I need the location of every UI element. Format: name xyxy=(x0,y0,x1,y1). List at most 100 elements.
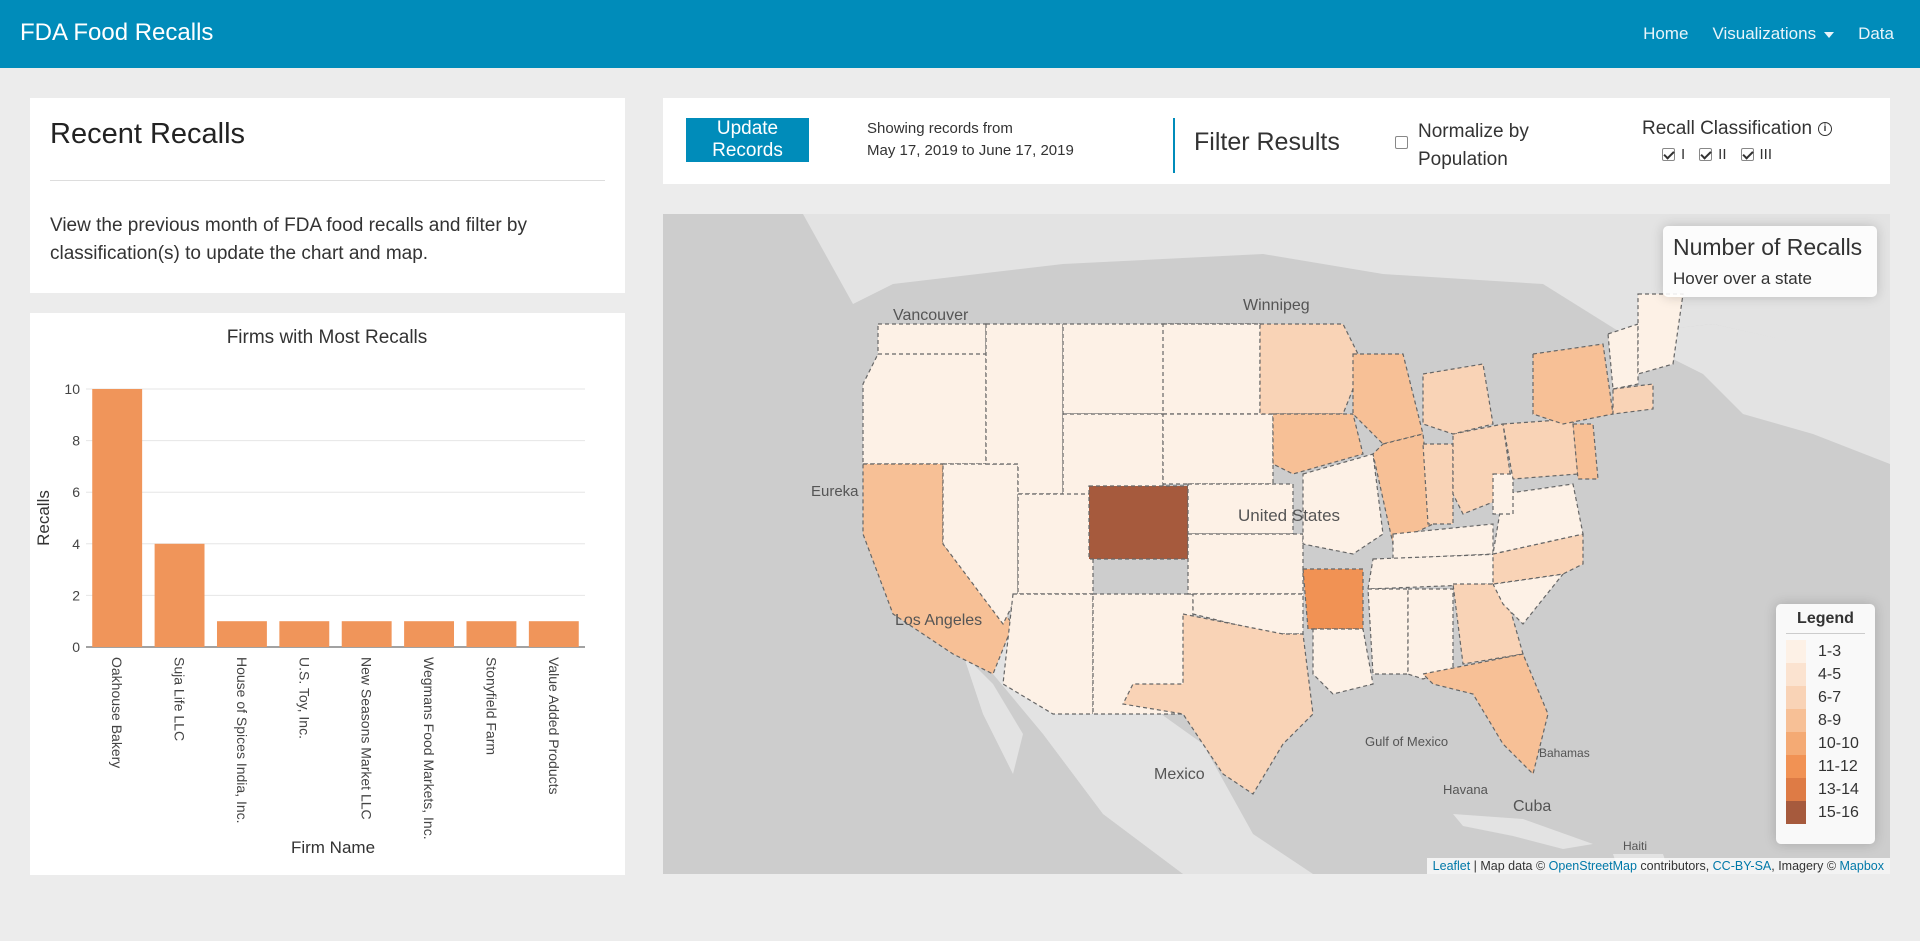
y-tick-label: 2 xyxy=(72,587,80,603)
divider xyxy=(50,180,605,181)
bar xyxy=(92,389,143,647)
legend-label: 6-7 xyxy=(1818,688,1842,706)
class-i-option[interactable]: I xyxy=(1662,146,1685,163)
normalize-toggle[interactable]: Normalize by Population xyxy=(1395,118,1548,174)
legend-swatch xyxy=(1786,732,1806,755)
state-indiana[interactable] xyxy=(1422,443,1454,525)
controls-bar: Update Records Showing records from May … xyxy=(663,98,1890,184)
leaflet-link[interactable]: Leaflet xyxy=(1433,859,1471,873)
legend-rows: 1-3 4-5 6-7 8-9 10-10 11-12 13-14 15-16 xyxy=(1786,640,1865,824)
cc-link[interactable]: CC-BY-SA xyxy=(1713,859,1772,873)
state-minnesota[interactable] xyxy=(1259,323,1364,415)
y-tick-label: 8 xyxy=(72,433,80,449)
class-i-checkbox[interactable] xyxy=(1662,148,1675,161)
map-canvas[interactable]: Vancouver Winnipeg Eureka Los Angeles United… xyxy=(663,214,1890,874)
bar xyxy=(528,621,579,647)
map-place-label: Winnipeg xyxy=(1243,297,1310,314)
state-oregon[interactable] xyxy=(862,353,987,465)
legend-item: 10-10 xyxy=(1786,732,1865,755)
info-title: Number of Recalls xyxy=(1673,234,1863,260)
navbar: FDA Food Recalls Home Visualizations Dat… xyxy=(0,0,1920,68)
state-massachusetts[interactable] xyxy=(1612,383,1654,415)
legend-label: 4-5 xyxy=(1818,665,1842,683)
legend-item: 15-16 xyxy=(1786,801,1865,824)
nav-visualizations-label: Visualizations xyxy=(1712,24,1817,43)
nav-home[interactable]: Home xyxy=(1643,24,1688,44)
class-iii-checkbox[interactable] xyxy=(1740,148,1754,161)
filter-results-title: Filter Results xyxy=(1194,128,1340,156)
attribution-mid: | Map data © xyxy=(1470,859,1549,873)
recent-recalls-panel: Recent Recalls View the previous month o… xyxy=(30,98,625,293)
legend-label: 11-12 xyxy=(1818,757,1858,775)
mapbox-link[interactable]: Mapbox xyxy=(1840,859,1884,873)
recalls-map[interactable]: Vancouver Winnipeg Eureka Los Angeles United… xyxy=(663,214,1890,874)
showing-line-1: Showing records from xyxy=(867,120,1013,137)
class-iii-label: III xyxy=(1759,146,1773,163)
firms-chart-panel: Firms with Most Recalls 0 2 4 6 8 10 Recalls Oak… xyxy=(30,313,625,875)
map-legend: Legend 1-3 4-5 6-7 8-9 10-10 11-12 13-14 15-16 xyxy=(1776,604,1875,844)
legend-label: 13-14 xyxy=(1818,780,1859,798)
y-tick-label: 10 xyxy=(64,381,80,397)
state-mississippi[interactable] xyxy=(1367,588,1409,675)
map-place-label: Haiti xyxy=(1623,839,1647,853)
info-icon[interactable]: i xyxy=(1818,122,1833,136)
y-tick-label: 0 xyxy=(72,639,80,655)
x-tick-label: Oakhouse Bakery xyxy=(109,657,125,768)
brand-title[interactable]: FDA Food Recalls xyxy=(20,19,213,47)
nav-visualizations[interactable]: Visualizations xyxy=(1712,24,1835,44)
map-place-label: Vancouver xyxy=(893,307,969,324)
info-box: Number of Recalls Hover over a state xyxy=(1663,226,1877,297)
map-place-label: Bahamas xyxy=(1539,746,1590,760)
legend-label: 8-9 xyxy=(1818,711,1842,729)
legend-item: 11-12 xyxy=(1786,755,1865,778)
legend-swatch xyxy=(1786,801,1806,824)
state-utah[interactable] xyxy=(1017,493,1094,595)
legend-swatch xyxy=(1786,640,1806,663)
y-tick-label: 4 xyxy=(72,536,80,552)
legend-swatch xyxy=(1786,663,1806,686)
recent-recalls-description: View the previous month of FDA food reca… xyxy=(50,215,528,264)
state-pennsylvania[interactable] xyxy=(1502,418,1579,480)
state-arkansas[interactable] xyxy=(1302,568,1364,630)
date-range-text: Showing records from May 17, 2019 to Jun… xyxy=(867,118,1074,162)
update-records-button[interactable]: Update Records xyxy=(686,118,809,162)
bar xyxy=(216,621,267,647)
osm-link[interactable]: OpenStreetMap xyxy=(1549,859,1637,873)
map-place-label: Cuba xyxy=(1513,798,1551,815)
legend-item: 1-3 xyxy=(1786,640,1865,663)
attribution-contrib: contributors, xyxy=(1636,859,1713,873)
map-attribution: Leaflet | Map data © OpenStreetMap contr… xyxy=(1426,858,1890,874)
state-new-york[interactable] xyxy=(1532,343,1614,425)
state-north-dakota[interactable] xyxy=(1162,323,1261,415)
class-ii-checkbox[interactable] xyxy=(1699,148,1713,161)
x-tick-label: Suja Life LLC xyxy=(172,657,188,741)
x-tick-label: Value Added Products xyxy=(546,657,562,795)
classification-title: Recall Classification i xyxy=(1642,118,1833,140)
state-colorado[interactable] xyxy=(1088,485,1189,560)
state-kansas[interactable] xyxy=(1187,533,1304,595)
normalize-checkbox[interactable] xyxy=(1395,136,1408,149)
attribution-imagery: , Imagery © xyxy=(1771,859,1840,873)
legend-item: 13-14 xyxy=(1786,778,1865,801)
y-tick-label: 6 xyxy=(72,484,80,500)
x-tick-label: U.S. Toy, Inc. xyxy=(296,657,312,739)
map-place-label: Gulf of Mexico xyxy=(1365,734,1448,749)
nav-data[interactable]: Data xyxy=(1858,24,1894,44)
bar xyxy=(154,543,205,647)
x-tick-label: House of Spices India, Inc. xyxy=(234,657,250,824)
state-alabama[interactable] xyxy=(1407,588,1454,680)
bar xyxy=(341,621,392,647)
state-michigan[interactable] xyxy=(1422,363,1494,435)
x-axis-label: Firm Name xyxy=(291,838,375,857)
map-place-label: Los Angeles xyxy=(895,612,982,629)
chart-title: Firms with Most Recalls xyxy=(227,327,428,348)
bar xyxy=(279,621,330,647)
class-ii-option[interactable]: II xyxy=(1699,146,1727,163)
legend-swatch xyxy=(1786,686,1806,709)
state-south-dakota[interactable] xyxy=(1162,413,1274,485)
class-iii-option[interactable]: III xyxy=(1740,146,1773,163)
state-vermont-nh[interactable] xyxy=(1607,323,1639,390)
bar xyxy=(404,621,455,647)
legend-item: 6-7 xyxy=(1786,686,1865,709)
state-west-virginia[interactable] xyxy=(1492,473,1514,515)
